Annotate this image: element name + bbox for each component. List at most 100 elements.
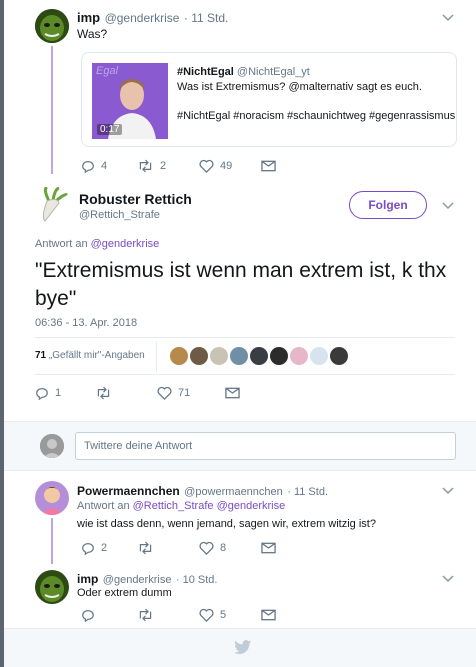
author-name[interactable]: imp xyxy=(77,10,100,25)
retweet-icon xyxy=(139,159,152,173)
reply-button[interactable]: 2 xyxy=(81,541,137,555)
tweet-actions: 4 2 49 xyxy=(81,159,276,173)
author-handle[interactable]: @powermaennchen xyxy=(184,486,283,498)
reply-context-handle[interactable]: @genderkrise xyxy=(91,238,160,250)
direct-message-button[interactable] xyxy=(225,387,240,399)
direct-message-button[interactable] xyxy=(261,542,276,554)
tweet-time[interactable]: · 10 Std. xyxy=(176,574,218,586)
chevron-down-icon[interactable] xyxy=(440,9,456,25)
reply-context: Antwort an @Rettich_Strafe @genderkrise xyxy=(77,500,285,512)
main-tweet-timestamp[interactable]: 06:36 - 13. Apr. 2018 xyxy=(35,317,137,329)
quoted-tweet-hashtags: #NichtEgal #noracism #schaunichtweg #geg… xyxy=(177,110,456,122)
retweet-count: 2 xyxy=(160,160,167,172)
retweet-icon xyxy=(139,541,152,555)
follow-button[interactable]: Folgen xyxy=(349,191,427,219)
likes-summary-label: „Gefällt mir"-Angaben xyxy=(48,350,145,361)
video-thumbnail[interactable]: Egal 0:17 xyxy=(92,63,168,139)
reply-context-prefix: Antwort an xyxy=(35,238,91,250)
reply-count: 4 xyxy=(101,160,108,172)
avatar-robuster-rettich[interactable] xyxy=(35,187,71,223)
quoted-author-name: #NichtEgal xyxy=(177,66,234,78)
divider xyxy=(35,337,455,338)
reply-count: 2 xyxy=(101,542,108,554)
reply-button[interactable]: 4 xyxy=(81,159,137,173)
quoted-author-handle: @NichtEgal_yt xyxy=(236,66,310,78)
liker-avatar[interactable] xyxy=(270,347,288,365)
chevron-down-icon[interactable] xyxy=(440,197,456,213)
follow-button-label: Folgen xyxy=(368,198,408,212)
liker-avatar[interactable] xyxy=(230,347,248,365)
thread-line xyxy=(51,46,53,174)
like-button[interactable]: 71 xyxy=(157,386,225,400)
tweet-text: wie ist dass denn, wenn jemand, sagen wi… xyxy=(77,518,376,530)
liker-avatar[interactable] xyxy=(170,347,188,365)
quoted-tweet-header: #NichtEgal @NichtEgal_yt xyxy=(177,66,310,78)
retweet-button[interactable] xyxy=(137,541,199,555)
like-button[interactable]: 8 xyxy=(199,541,261,555)
main-tweet-handle[interactable]: @Rettich_Strafe xyxy=(79,209,160,221)
liker-avatar[interactable] xyxy=(310,347,328,365)
divider xyxy=(156,342,157,372)
likes-summary[interactable]: 71 „Gefällt mir"-Angaben xyxy=(35,350,145,361)
current-user-avatar[interactable] xyxy=(40,434,64,458)
tweet-actions: 5 xyxy=(81,608,276,622)
envelope-icon xyxy=(261,160,276,172)
retweet-button[interactable] xyxy=(137,608,199,622)
main-tweet-text: "Extremismus ist wenn man extrem ist, k … xyxy=(35,259,447,310)
author-handle[interactable]: @genderkrise xyxy=(105,11,180,25)
liker-avatar[interactable] xyxy=(330,347,348,365)
tweet-text: Oder extrem dumm xyxy=(77,587,172,599)
heart-icon xyxy=(199,608,214,622)
reply-icon xyxy=(82,543,94,555)
quoted-tweet-card[interactable]: Egal 0:17 #NichtEgal @NichtEgal_yt Was i… xyxy=(81,52,457,147)
retweet-icon xyxy=(97,386,110,400)
heart-icon xyxy=(199,541,214,555)
reply-count: 1 xyxy=(55,387,62,399)
tweet-text: Was? xyxy=(77,27,108,41)
chevron-down-icon[interactable] xyxy=(440,482,456,498)
avatar-powermaennchen[interactable] xyxy=(35,481,69,515)
main-tweet-name[interactable]: Robuster Rettich xyxy=(79,191,192,207)
liker-avatar[interactable] xyxy=(190,347,208,365)
divider xyxy=(35,374,455,375)
retweet-icon xyxy=(139,608,152,622)
liker-avatar[interactable] xyxy=(250,347,268,365)
avatar-imp[interactable] xyxy=(35,9,69,43)
like-button[interactable]: 5 xyxy=(199,608,261,622)
tweet-time[interactable]: · 11 Std. xyxy=(184,11,228,25)
direct-message-button[interactable] xyxy=(261,609,276,621)
quoted-tweet-text: Was ist Extremismus? @malternativ sagt e… xyxy=(177,81,422,93)
twitter-bird-icon xyxy=(234,640,252,655)
like-button[interactable]: 49 xyxy=(199,159,261,173)
direct-message-button[interactable] xyxy=(261,160,276,172)
reply-context-prefix: Antwort an xyxy=(77,500,133,512)
author-name[interactable]: imp xyxy=(77,572,98,586)
main-tweet-actions: 1 71 xyxy=(35,386,240,400)
like-count: 8 xyxy=(220,542,227,554)
retweet-button[interactable]: 2 xyxy=(137,159,199,173)
like-count: 5 xyxy=(220,609,227,621)
chevron-down-icon[interactable] xyxy=(440,570,456,586)
reply-input[interactable]: Twittere deine Antwort xyxy=(75,432,456,460)
like-count: 49 xyxy=(220,160,233,172)
liker-avatar[interactable] xyxy=(290,347,308,365)
like-count: 71 xyxy=(178,387,191,399)
envelope-icon xyxy=(225,387,240,399)
retweet-button[interactable] xyxy=(95,386,157,400)
likers-avatars xyxy=(170,347,348,365)
browser-backdrop: imp @genderkrise · 11 Std. Was? Egal 0:1… xyxy=(0,0,476,667)
tweet-time[interactable]: · 11 Std. xyxy=(287,486,328,498)
author-name[interactable]: Powermaennchen xyxy=(77,484,180,498)
reply-context: Antwort an @genderkrise xyxy=(35,238,159,250)
heart-icon xyxy=(157,386,172,400)
tweet-header: imp @genderkrise · 11 Std. xyxy=(77,9,228,27)
reply-button[interactable] xyxy=(81,608,137,622)
reply-button[interactable]: 1 xyxy=(35,386,95,400)
reply-icon xyxy=(82,161,94,173)
thread-line xyxy=(51,518,53,564)
reply-context-handle[interactable]: @Rettich_Strafe @genderkrise xyxy=(133,500,286,512)
likes-summary-count: 71 xyxy=(35,350,47,361)
avatar-imp[interactable] xyxy=(35,570,69,604)
liker-avatar[interactable] xyxy=(210,347,228,365)
envelope-icon xyxy=(261,609,276,621)
